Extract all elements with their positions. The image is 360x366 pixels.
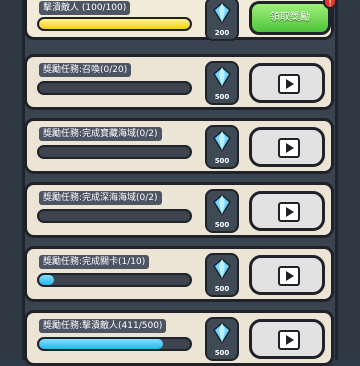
reward-gem: 500	[205, 61, 239, 105]
claim-reward-button[interactable]: 領取獎勵	[249, 1, 331, 35]
mission-row: 獎勵任務:擊潰敵人(411/500) 500	[24, 310, 334, 366]
watch-video-button[interactable]	[249, 127, 325, 167]
reward-amount: 500	[214, 349, 230, 357]
watch-video-button[interactable]	[249, 319, 325, 359]
reward-amount: 500	[214, 93, 230, 101]
reward-amount: 500	[214, 157, 230, 165]
play-video-icon	[278, 74, 300, 94]
mission-row: 獎勵任務:完成寶藏海域(0/2) 500	[24, 118, 334, 174]
progress-bar	[37, 17, 192, 31]
progress-bar	[37, 273, 192, 287]
gem-icon	[213, 2, 231, 24]
progress-bar	[37, 337, 192, 351]
gem-icon	[213, 130, 231, 152]
watch-video-button[interactable]	[249, 63, 325, 103]
progress-bar	[37, 145, 192, 159]
progress-bar	[37, 81, 192, 95]
gem-icon	[213, 66, 231, 88]
mission-title: 獎勵任務:完成寶藏海域(0/2)	[39, 127, 162, 141]
progress-fill	[39, 339, 164, 349]
progress-fill	[39, 19, 190, 29]
reward-amount: 500	[214, 221, 230, 229]
watch-video-button[interactable]	[249, 191, 325, 231]
mission-title: 獎勵任務:完成關卡(1/10)	[39, 255, 150, 269]
reward-gem: 200	[205, 0, 239, 41]
mission-row-top: 擊潰敵人 (100/100) 200 領取獎勵 !	[24, 0, 337, 41]
gem-icon	[213, 258, 231, 280]
mission-title: 獎勵任務:完成深海海域(0/2)	[39, 191, 162, 205]
play-video-icon	[278, 266, 300, 286]
play-video-icon	[278, 138, 300, 158]
left-frame	[0, 0, 25, 360]
mission-title: 獎勵任務:召喚(0/20)	[39, 63, 132, 77]
mission-panel: 擊潰敵人 (100/100) 200 領取獎勵 ! 獎勵任務:召喚(0/20) …	[0, 0, 360, 366]
mission-title: 獎勵任務:擊潰敵人(411/500)	[39, 319, 167, 333]
progress-bar	[37, 209, 192, 223]
mission-row: 獎勵任務:召喚(0/20) 500	[24, 54, 334, 110]
reward-gem: 500	[205, 253, 239, 297]
mission-row: 獎勵任務:完成深海海域(0/2) 500	[24, 182, 334, 238]
right-frame	[335, 0, 360, 360]
progress-fill	[39, 275, 55, 285]
reward-gem: 500	[205, 189, 239, 233]
reward-amount: 500	[214, 285, 230, 293]
reward-gem: 500	[205, 317, 239, 361]
mission-title: 擊潰敵人 (100/100)	[39, 1, 131, 15]
gem-icon	[213, 322, 231, 344]
play-video-icon	[278, 202, 300, 222]
gem-icon	[213, 194, 231, 216]
reward-gem: 500	[205, 125, 239, 169]
reward-amount: 200	[214, 29, 230, 37]
play-video-icon	[278, 330, 300, 350]
mission-row: 獎勵任務:完成關卡(1/10) 500	[24, 246, 334, 302]
watch-video-button[interactable]	[249, 255, 325, 295]
